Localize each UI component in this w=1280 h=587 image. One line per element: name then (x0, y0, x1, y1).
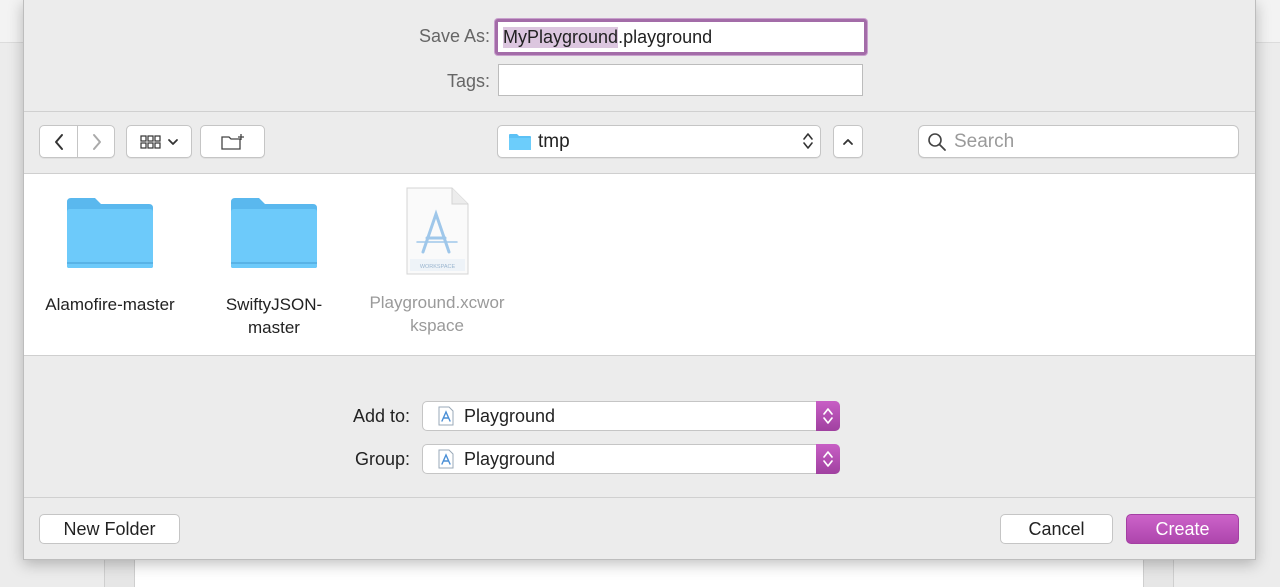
updown-arrows-icon (823, 408, 833, 424)
save-as-selected-text: MyPlayground (503, 26, 619, 48)
file-name: SwiftyJSON- (225, 295, 323, 314)
cancel-button[interactable]: Cancel (1000, 514, 1113, 544)
search-field[interactable]: Search (918, 125, 1239, 158)
group-value: Playground (464, 448, 556, 469)
chevron-left-icon (54, 133, 63, 150)
search-icon (928, 132, 946, 151)
back-forward-control (39, 125, 115, 158)
options-section: Add to: Playground Group: Playground (24, 356, 1255, 498)
create-button[interactable]: Create (1126, 514, 1239, 544)
new-folder-toolbar-button[interactable] (200, 125, 265, 158)
background-window-content (134, 556, 1144, 587)
location-popup[interactable]: tmp (497, 125, 821, 158)
project-file-icon (438, 406, 454, 426)
updown-arrows-icon (803, 133, 813, 149)
chevron-right-icon (92, 133, 101, 150)
save-as-extension-text: .playground (618, 26, 713, 47)
save-sheet: Save As: MyPlayground.playground Tags: (23, 0, 1256, 560)
add-to-popup[interactable]: Playground (422, 401, 840, 431)
group-popup[interactable]: Playground (422, 444, 840, 474)
forward-button[interactable] (78, 126, 115, 157)
chevron-up-icon (843, 138, 853, 145)
group-popup-arrows (816, 444, 840, 474)
project-file-icon (438, 449, 454, 469)
add-to-popup-arrows (816, 401, 840, 431)
new-folder-icon (220, 133, 244, 150)
updown-arrows-icon (823, 451, 833, 467)
collapse-button[interactable] (833, 125, 863, 158)
back-button[interactable] (40, 126, 77, 157)
folder-icon (67, 198, 153, 268)
view-mode-button[interactable] (126, 125, 192, 158)
file-name: Playground.xcwor (369, 293, 505, 312)
new-folder-button[interactable]: New Folder (39, 514, 180, 544)
search-placeholder: Search (954, 130, 1015, 152)
save-as-label: Save As: (418, 26, 490, 46)
file-item-alamofire[interactable]: Alamofire-master (35, 196, 185, 316)
file-item-workspace[interactable]: WORKSPACE Playground.xcwor kspace (362, 186, 512, 337)
chevron-down-icon (167, 138, 178, 145)
browser-toolbar: tmp Search (24, 112, 1255, 174)
location-label: tmp (538, 130, 570, 152)
add-to-value: Playground (464, 405, 556, 426)
folder-icon (509, 133, 531, 150)
file-name-line2: master (248, 318, 300, 337)
save-as-field[interactable]: MyPlayground .playground (495, 19, 867, 55)
file-name: Alamofire-master (45, 295, 175, 314)
icon-grid-icon (139, 134, 161, 149)
tags-field[interactable] (498, 64, 863, 96)
dialog-footer: New Folder Cancel Create (24, 498, 1255, 559)
file-item-swiftyjson[interactable]: SwiftyJSON- master (199, 196, 349, 339)
name-section: Save As: MyPlayground .playground Tags: (24, 0, 1255, 112)
folder-icon (231, 198, 317, 268)
file-browser: Alamofire-master SwiftyJSON- master WORK… (24, 174, 1255, 356)
workspace-icon-caption: WORKSPACE (420, 264, 456, 270)
xcode-workspace-icon: WORKSPACE (406, 187, 469, 275)
tags-label: Tags: (446, 71, 490, 91)
file-name-line2: kspace (410, 316, 464, 335)
add-to-label: Add to: (352, 406, 410, 426)
group-label: Group: (354, 449, 410, 469)
